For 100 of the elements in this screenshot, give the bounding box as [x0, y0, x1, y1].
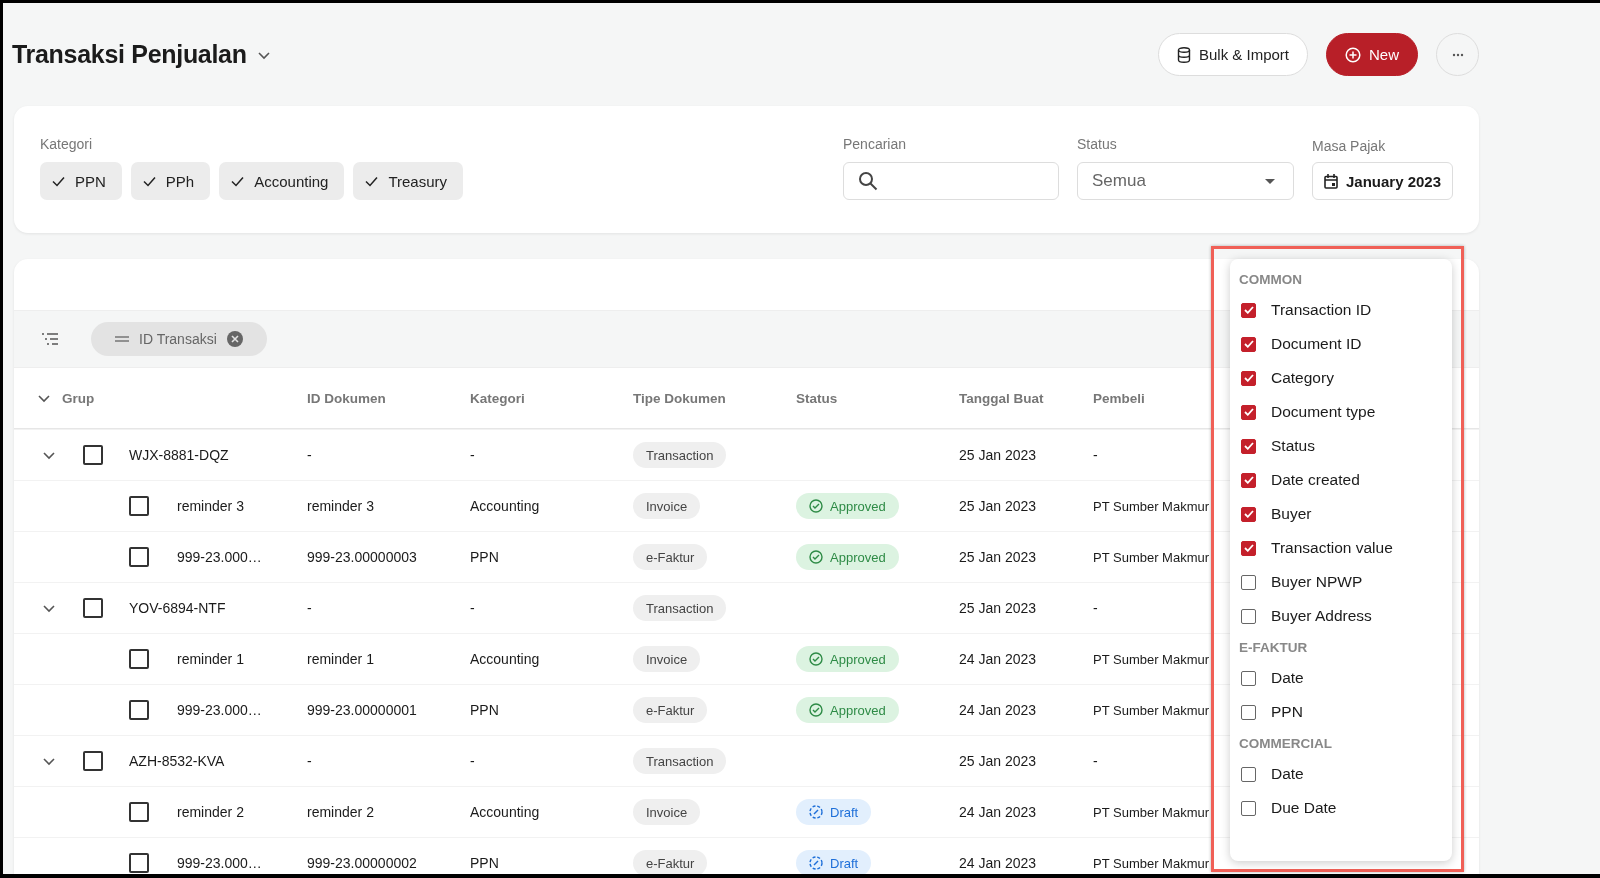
check-icon — [231, 175, 245, 187]
menu-item[interactable]: Buyer — [1271, 505, 1312, 523]
chip-label: ID Transaksi — [139, 331, 217, 347]
plus-circle-icon — [1345, 46, 1361, 63]
menu-item[interactable]: Date — [1271, 669, 1304, 687]
menu-item[interactable]: Due Date — [1271, 799, 1337, 817]
checkbox[interactable] — [1241, 472, 1256, 488]
table-cell: PPN — [470, 855, 499, 871]
column-header: Grup — [62, 390, 95, 406]
field-label: Pencarian — [843, 136, 908, 154]
table-cell: 999-23.00000001 — [307, 702, 417, 718]
calendar-icon — [1323, 173, 1338, 189]
table-cell: 25 Jan 2023 — [959, 549, 1037, 565]
table-cell: reminder 1 — [307, 651, 374, 667]
menu-item[interactable]: Date — [1271, 765, 1304, 783]
menu-item[interactable]: PPN — [1271, 703, 1303, 721]
section-heading: E-FAKTUR — [1239, 639, 1308, 655]
checkbox[interactable] — [1241, 336, 1256, 352]
checkbox[interactable] — [1241, 506, 1256, 522]
table-cell: PT Sumber Makmur — [1093, 855, 1210, 871]
checkbox[interactable] — [129, 853, 149, 873]
category-chip[interactable]: Treasury — [353, 162, 464, 200]
table-cell: Accounting — [470, 804, 540, 820]
type-tag: Invoice — [633, 493, 701, 519]
check-icon — [365, 175, 379, 187]
column-header: Status — [796, 390, 838, 406]
checkbox[interactable] — [1241, 302, 1256, 318]
checkbox[interactable] — [129, 547, 149, 567]
menu-item[interactable]: Buyer Address — [1271, 607, 1372, 625]
table-cell: - — [1093, 753, 1098, 769]
checkbox[interactable] — [129, 496, 149, 516]
menu-item[interactable]: Transaction ID — [1271, 301, 1372, 319]
search-field[interactable] — [843, 162, 1059, 200]
period-picker[interactable]: January 2023 — [1312, 162, 1453, 200]
section-heading: COMMERCIAL — [1239, 735, 1332, 751]
type-tag: Transaction — [633, 595, 727, 621]
table-cell: - — [470, 753, 475, 769]
table-cell: 999-23.00000003 — [307, 549, 417, 565]
draft-icon — [809, 805, 823, 819]
checkbox[interactable] — [1241, 438, 1256, 454]
checkbox[interactable] — [1241, 574, 1256, 590]
checkbox[interactable] — [1241, 704, 1256, 720]
menu-item[interactable]: Document ID — [1271, 335, 1362, 353]
table-cell: 24 Jan 2023 — [959, 855, 1037, 871]
table-cell: 999-23.000… — [177, 702, 262, 718]
menu-item[interactable]: Category — [1271, 369, 1334, 387]
field-label: Status — [1077, 136, 1118, 154]
checkbox[interactable] — [1241, 766, 1256, 782]
table-cell: AZH-8532-KVA — [129, 753, 225, 769]
table-cell: PPN — [470, 702, 499, 718]
table-cell: PT Sumber Makmur — [1093, 804, 1210, 820]
checkbox[interactable] — [129, 802, 149, 822]
table-cell: - — [307, 447, 312, 463]
table-cell: 24 Jan 2023 — [959, 804, 1037, 820]
drag-handle-icon — [115, 336, 129, 342]
group-list-icon[interactable] — [42, 333, 58, 345]
type-tag: Transaction — [633, 442, 727, 468]
menu-item[interactable]: Buyer NPWP — [1271, 573, 1363, 591]
checkbox[interactable] — [129, 700, 149, 720]
close-icon[interactable] — [226, 331, 243, 347]
checkbox[interactable] — [1241, 608, 1256, 624]
column-header: Tanggal Buat — [959, 390, 1044, 406]
category-chip[interactable]: PPN — [40, 162, 122, 200]
checkbox[interactable] — [83, 598, 103, 618]
checkbox[interactable] — [83, 445, 103, 465]
type-tag: Transaction — [633, 748, 727, 774]
menu-item[interactable]: Status — [1271, 437, 1315, 455]
checkbox[interactable] — [1241, 540, 1256, 556]
column-header: Pembeli — [1093, 390, 1145, 406]
menu-item[interactable]: Transaction value — [1271, 539, 1393, 557]
menu-item[interactable]: Date created — [1271, 471, 1360, 489]
checkbox[interactable] — [1241, 800, 1256, 816]
new-button[interactable]: New — [1326, 33, 1418, 76]
status-label: Draft — [830, 855, 859, 871]
type-tag: Invoice — [633, 646, 701, 672]
draft-icon — [809, 856, 823, 870]
menu-item[interactable]: Document type — [1271, 403, 1376, 421]
table-cell: 999-23.00000002 — [307, 855, 417, 871]
checkbox[interactable] — [129, 649, 149, 669]
checkbox[interactable] — [1241, 370, 1256, 386]
category-chip[interactable]: PPh — [130, 162, 211, 200]
table-cell: PT Sumber Makmur — [1093, 549, 1210, 565]
category-chip[interactable]: Accounting — [219, 162, 345, 200]
table-cell: 999-23.000… — [177, 549, 262, 565]
status-label: Approved — [830, 702, 886, 718]
group-chip[interactable]: ID Transaksi — [91, 322, 267, 356]
table-cell: Accounting — [470, 651, 540, 667]
checkbox[interactable] — [1241, 404, 1256, 420]
checkbox[interactable] — [83, 751, 103, 771]
checkbox[interactable] — [1241, 670, 1256, 686]
bulk-import-button[interactable]: Bulk & Import — [1157, 33, 1308, 76]
caret-icon — [1265, 178, 1275, 184]
check-icon — [142, 175, 156, 187]
type-tag: e-Faktur — [633, 850, 708, 874]
table-cell: - — [1093, 447, 1098, 463]
table-cell: 999-23.000… — [177, 855, 262, 871]
status-dropdown[interactable]: Semua — [1077, 162, 1294, 200]
check-icon — [52, 175, 65, 187]
table-cell: reminder 2 — [307, 804, 374, 820]
type-tag: e-Faktur — [633, 544, 708, 570]
